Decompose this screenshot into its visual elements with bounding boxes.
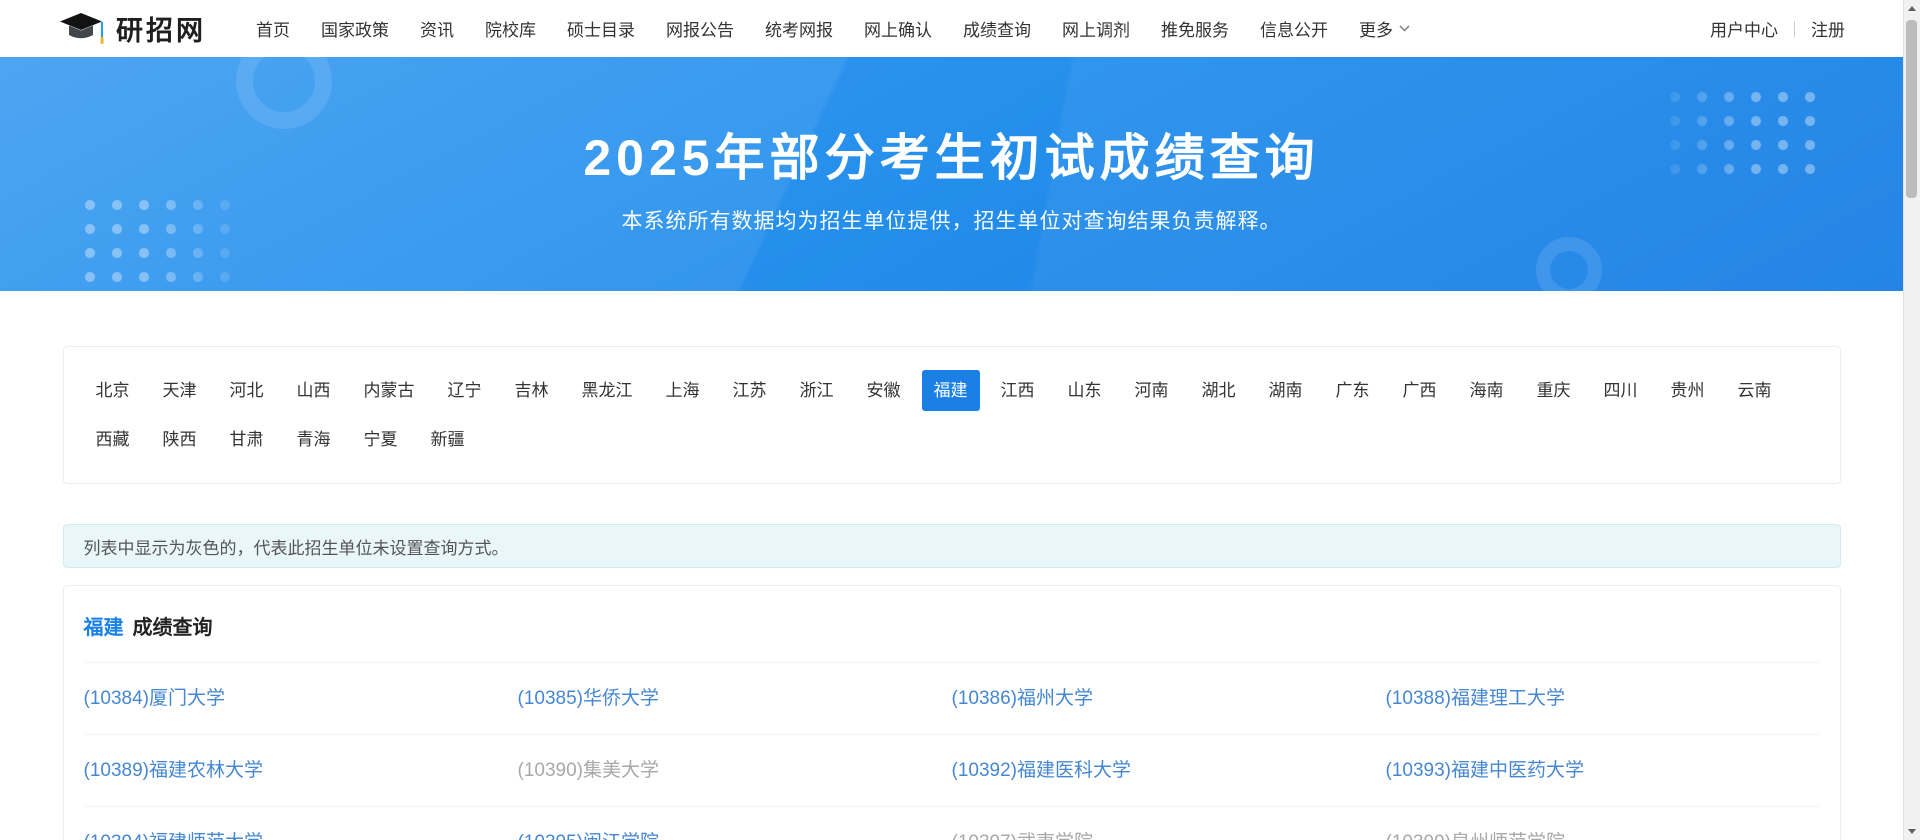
university-link[interactable]: (10395)闽江学院 (518, 807, 952, 840)
university-link[interactable]: (10394)福建师范大学 (84, 807, 518, 840)
province-tab[interactable]: 山西 (285, 370, 343, 411)
province-tab[interactable]: 江西 (989, 370, 1047, 411)
scrollbar-up-arrow[interactable] (1904, 0, 1920, 17)
university-row: (10389)福建农林大学 (10390)集美大学 (10392)福建医科大学 (10… (83, 734, 1820, 806)
graduation-cap-icon (60, 12, 104, 44)
university-disabled: (10390)集美大学 (517, 760, 660, 781)
province-tab[interactable]: 重庆 (1525, 370, 1583, 411)
notice-bar: 列表中显示为灰色的，代表此招生单位未设置查询方式。 (62, 524, 1841, 568)
province-tab[interactable]: 山东 (1056, 370, 1114, 411)
nav-item[interactable]: 推免服务 (1161, 16, 1229, 41)
nav-item[interactable]: 首页 (256, 16, 290, 41)
province-tab[interactable]: 海南 (1458, 370, 1516, 411)
province-tab[interactable]: 新疆 (419, 419, 477, 460)
nav-item[interactable]: 国家政策 (321, 16, 389, 41)
nav-menu: 首页 国家政策 资讯 院校库 硕士目录 网报公告 统考网报 网上确认 成绩查询 网上调剂 推免服务 信… (256, 16, 1410, 41)
province-tab[interactable]: 内蒙古 (352, 370, 427, 411)
province-tab[interactable]: 云南 (1726, 370, 1784, 411)
province-tab[interactable]: 北京 (84, 370, 142, 411)
province-selector: 北京 天津 河北 山西 内蒙古 辽宁 吉林 黑龙江 上海 江苏 浙江 安徽 福建 江西 山东 河南 湖北 湖南 广东… (62, 346, 1841, 484)
decor-ring-right (1536, 237, 1602, 291)
province-tab[interactable]: 贵州 (1659, 370, 1717, 411)
province-tab[interactable]: 甘肃 (218, 419, 276, 460)
nav-item[interactable]: 网上确认 (864, 16, 932, 41)
logo[interactable]: 研招网 (60, 9, 206, 48)
province-tab[interactable]: 广西 (1391, 370, 1449, 411)
nav-divider (1794, 20, 1795, 37)
university-disabled: (10397)武夷学院 (952, 807, 1386, 840)
scrollbar-thumb[interactable] (1906, 20, 1917, 198)
page-title: 2025年部分考生初试成绩查询 (583, 130, 1320, 186)
province-tab[interactable]: 西藏 (84, 419, 142, 460)
province-tab[interactable]: 福建 (921, 370, 980, 411)
nav-more-label: 更多 (1359, 21, 1393, 40)
university-link[interactable]: (10389)福建农林大学 (84, 735, 518, 806)
province-tab[interactable]: 广东 (1324, 370, 1382, 411)
province-tab[interactable]: 河北 (218, 370, 276, 411)
section-title: 成绩查询 (132, 617, 213, 639)
province-list: 北京 天津 河北 山西 内蒙古 辽宁 吉林 黑龙江 上海 江苏 浙江 安徽 福建 江西 山东 河南 湖北 湖南 广东… (84, 370, 1820, 460)
section-region: 福建 (83, 617, 124, 639)
hero-banner: 2025年部分考生初试成绩查询 本系统所有数据均为招生单位提供，招生单位对查询结… (0, 57, 1903, 291)
nav-item[interactable]: 网报公告 (666, 16, 734, 41)
university-link[interactable]: (10386)福州大学 (952, 663, 1386, 734)
province-tab[interactable]: 河南 (1123, 370, 1181, 411)
top-nav: 研招网 首页 国家政策 资讯 院校库 硕士目录 网报公告 统考网报 网上确认 成绩查询 网上调剂 推… (0, 0, 1903, 57)
chevron-down-icon (1399, 25, 1410, 32)
province-tab[interactable]: 吉林 (503, 370, 561, 411)
notice-text: 列表中显示为灰色的，代表此招生单位未设置查询方式。 (83, 538, 509, 558)
score-query-card: 福建 成绩查询 (10384)厦门大学 (10385)华侨大学 (10386)福州大… (62, 585, 1841, 840)
logo-text: 研招网 (116, 16, 206, 46)
province-tab[interactable]: 辽宁 (436, 370, 494, 411)
province-tab[interactable]: 黑龙江 (570, 370, 645, 411)
university-link[interactable]: (10384)厦门大学 (84, 663, 518, 734)
scrollbar-down-arrow[interactable] (1904, 823, 1920, 840)
university-link[interactable]: (10393)福建中医药大学 (1386, 735, 1820, 806)
decor-ring-left (236, 57, 332, 129)
university-row: (10394)福建师范大学(10395)闽江学院(10397)武夷学院(1039… (83, 806, 1820, 840)
nav-item[interactable]: 成绩查询 (963, 16, 1031, 41)
nav-item[interactable]: 网上调剂 (1062, 16, 1130, 41)
university-disabled: (10399)泉州师范学院 (1386, 807, 1820, 840)
nav-item[interactable]: 硕士目录 (567, 16, 635, 41)
nav-right: 用户中心 注册 (1710, 16, 1845, 41)
nav-item[interactable]: 信息公开 (1260, 16, 1328, 41)
province-tab[interactable]: 湖北 (1190, 370, 1248, 411)
main-content: 北京 天津 河北 山西 内蒙古 辽宁 吉林 黑龙江 上海 江苏 浙江 安徽 福建 江西 山东 河南 湖北 湖南 广东… (62, 346, 1841, 840)
province-tab[interactable]: 安徽 (855, 370, 913, 411)
university-link[interactable]: (10385)华侨大学 (518, 663, 952, 734)
university-link[interactable]: (10388)福建理工大学 (1386, 663, 1820, 734)
section-header: 福建 成绩查询 (84, 586, 1820, 662)
province-tab[interactable]: 江苏 (721, 370, 779, 411)
province-tab[interactable]: 青海 (285, 419, 343, 460)
page: 研招网 首页 国家政策 资讯 院校库 硕士目录 网报公告 统考网报 网上确认 成绩查询 网上调剂推… (0, 0, 1903, 840)
nav-item[interactable]: 院校库 (485, 16, 536, 41)
nav-item-more[interactable]: 更多 (1359, 16, 1410, 41)
university-row: (10384)厦门大学 (10385)华侨大学 (10386)福州大学 (10388)… (83, 662, 1820, 734)
province-tab[interactable]: 浙江 (788, 370, 846, 411)
register-link[interactable]: 注册 (1811, 16, 1845, 41)
scrollbar[interactable] (1903, 0, 1920, 840)
university-list: (10384)厦门大学 (10385)华侨大学 (10386)福州大学 (10388)… (83, 662, 1820, 840)
province-tab[interactable]: 宁夏 (352, 419, 410, 460)
page-subtitle: 本系统所有数据均为招生单位提供，招生单位对查询结果负责解释。 (621, 210, 1282, 233)
province-tab[interactable]: 上海 (654, 370, 712, 411)
user-center-link[interactable]: 用户中心 (1710, 16, 1778, 41)
university-link[interactable]: (10392)福建医科大学 (952, 735, 1386, 806)
province-tab[interactable]: 天津 (151, 370, 209, 411)
nav-item[interactable]: 资讯 (420, 16, 454, 41)
province-tab[interactable]: 陕西 (151, 419, 209, 460)
province-tab[interactable]: 湖南 (1257, 370, 1315, 411)
province-tab[interactable]: 四川 (1592, 370, 1650, 411)
nav-item[interactable]: 统考网报 (765, 16, 833, 41)
